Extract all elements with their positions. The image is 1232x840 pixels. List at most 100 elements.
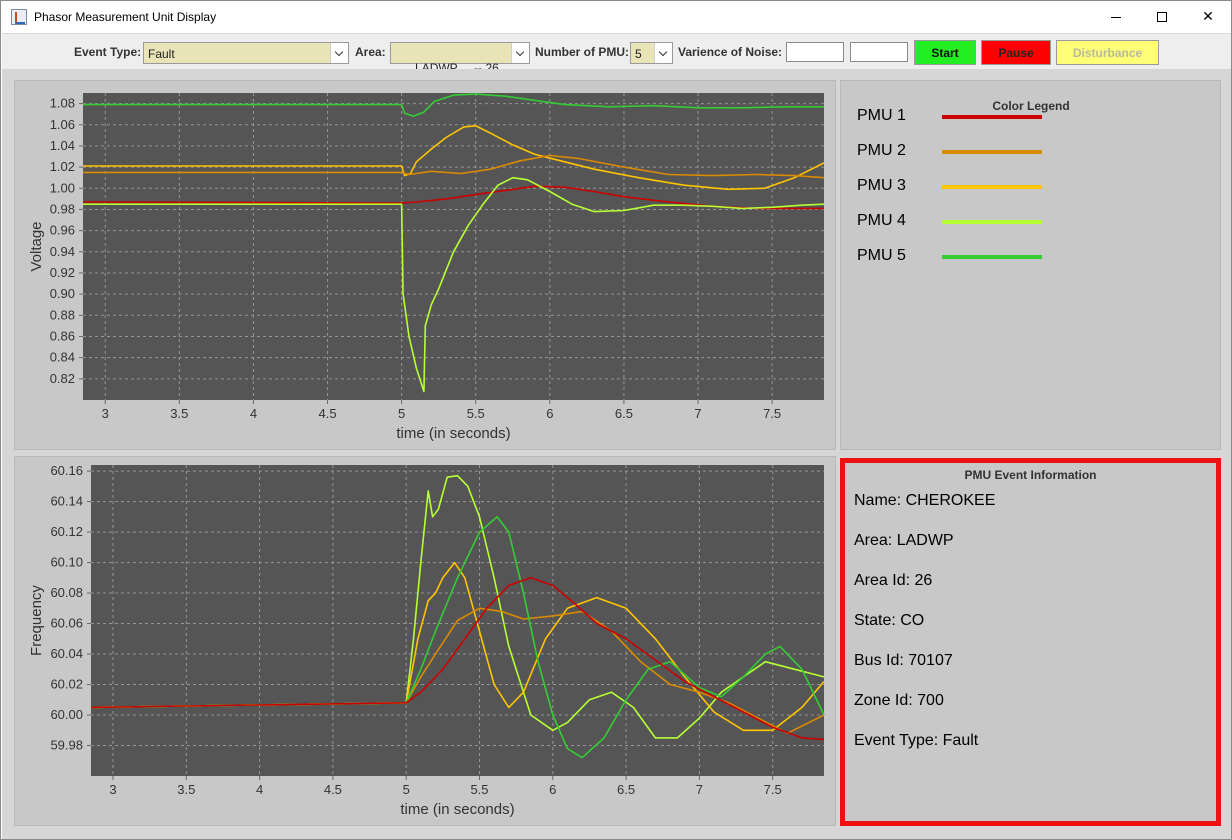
y-tick-label: 0.98: [50, 201, 75, 216]
x-tick-label: 6: [549, 782, 556, 797]
color-legend-panel: Color Legend PMU 1 PMU 2 PMU 3 PMU 4 PMU…: [840, 80, 1221, 450]
event-type-label: Event Type:: [74, 45, 142, 59]
y-axis-title: Voltage: [28, 221, 45, 271]
event-type-select[interactable]: Fault: [143, 42, 349, 64]
voltage-chart: 3 3.5 4 4.5 5 5.5 6 6.5 7 7.5 0.82 0.84 0.86 0.88 0.90…: [28, 93, 825, 442]
pause-button[interactable]: Pause: [981, 40, 1051, 65]
info-name: Name: CHEROKEE: [854, 492, 996, 509]
area-select[interactable]: LADWP -- 26: [390, 42, 530, 75]
app-window: Phasor Measurement Unit Display ✕ Event …: [0, 0, 1232, 840]
y-tick-label: 0.94: [50, 244, 75, 259]
y-tick-label: 1.04: [50, 138, 75, 153]
y-tick-label: 60.06: [50, 616, 83, 631]
close-icon: ✕: [1202, 9, 1214, 25]
main-content: 3 3.5 4 4.5 5 5.5 6 6.5 7 7.5 0.82 0.84 0.86 0.88 0.90…: [2, 69, 1231, 839]
info-area: Area: LADWP: [854, 532, 954, 549]
y-tick-label: 1.00: [50, 180, 75, 195]
y-tick-label: 0.88: [50, 307, 75, 322]
y-tick-label: 60.00: [50, 707, 83, 722]
x-tick-label: 4.5: [324, 782, 342, 797]
frequency-chart: 3 3.5 4 4.5 5 5.5 6 6.5 7 7.5 59.98 60.00 60.02 60.04…: [28, 463, 825, 818]
window-title: Phasor Measurement Unit Display: [34, 10, 217, 24]
voltage-chart-panel: 3 3.5 4 4.5 5 5.5 6 6.5 7 7.5 0.82 0.84 0.86 0.88 0.90…: [14, 80, 836, 450]
legend-label: PMU 1: [857, 107, 906, 124]
x-tick-label: 3.5: [170, 406, 188, 421]
x-axis-title: time (in seconds): [400, 801, 514, 818]
y-tick-label: 0.86: [50, 328, 75, 343]
legend-label: PMU 2: [857, 142, 906, 159]
num-pmu-value: 5: [635, 47, 642, 61]
area-label: Area:: [355, 45, 386, 59]
y-tick-label: 60.10: [50, 555, 83, 570]
x-axis-title: time (in seconds): [396, 425, 510, 442]
start-button[interactable]: Start: [914, 40, 976, 65]
y-tick-label: 60.14: [50, 494, 83, 509]
x-tick-label: 4.5: [318, 406, 336, 421]
x-tick-label: 6.5: [617, 782, 635, 797]
x-tick-label: 3: [109, 782, 116, 797]
x-tick-label: 5: [403, 782, 410, 797]
y-tick-label: 60.02: [50, 677, 83, 692]
legend-label: PMU 5: [857, 247, 906, 264]
noise-label: Varience of Noise:: [678, 45, 783, 59]
legend-label: PMU 4: [857, 212, 906, 229]
legend-swatch: [942, 220, 1042, 224]
x-tick-label: 7.5: [764, 782, 782, 797]
info-zone-id: Zone Id: 700: [854, 692, 944, 709]
y-tick-label: 59.98: [50, 738, 83, 753]
minimize-icon: [1111, 16, 1121, 18]
toolbar: Event Type: Fault Area: LADWP -- 26 Numb…: [2, 33, 1231, 75]
x-tick-label: 5: [398, 406, 405, 421]
event-type-value: Fault: [148, 47, 175, 61]
x-tick-label: 3.5: [177, 782, 195, 797]
y-tick-label: 60.16: [50, 463, 83, 478]
chevron-down-icon: [330, 43, 348, 63]
noise-input-1[interactable]: [786, 42, 844, 62]
disturbance-button[interactable]: Disturbance: [1056, 40, 1159, 65]
x-tick-label: 6: [546, 406, 553, 421]
y-tick-label: 0.92: [50, 265, 75, 280]
y-tick-label: 60.12: [50, 524, 83, 539]
y-axis-title: Frequency: [28, 585, 45, 656]
info-bus-id: Bus Id: 70107: [854, 652, 953, 669]
y-tick-label: 60.08: [50, 585, 83, 600]
info-title: PMU Event Information: [964, 468, 1097, 482]
maximize-icon: [1157, 12, 1167, 22]
info-area-id: Area Id: 26: [854, 572, 933, 589]
x-tick-label: 7: [696, 782, 703, 797]
plot-area: [83, 93, 824, 400]
num-pmu-label: Number of PMU:: [535, 45, 629, 59]
legend-swatch: [942, 255, 1042, 259]
legend-swatch: [942, 185, 1042, 189]
y-tick-label: 0.84: [50, 350, 75, 365]
x-tick-label: 7.5: [763, 406, 781, 421]
x-tick-label: 5.5: [467, 406, 485, 421]
x-tick-label: 5.5: [470, 782, 488, 797]
pmu-event-info-panel: PMU Event Information Name: CHEROKEE Are…: [840, 458, 1221, 826]
frequency-chart-panel: 3 3.5 4 4.5 5 5.5 6 6.5 7 7.5 59.98 60.00 60.02 60.04…: [14, 456, 836, 826]
info-event-type: Event Type: Fault: [854, 732, 979, 749]
y-tick-label: 0.82: [50, 371, 75, 386]
x-tick-label: 7: [694, 406, 701, 421]
y-tick-label: 1.06: [50, 117, 75, 132]
legend-swatch: [942, 115, 1042, 119]
x-tick-label: 3: [102, 406, 109, 421]
chevron-down-icon: [511, 43, 529, 63]
title-bar[interactable]: Phasor Measurement Unit Display ✕: [1, 1, 1231, 33]
x-tick-label: 6.5: [615, 406, 633, 421]
info-state: State: CO: [854, 612, 925, 629]
maximize-button[interactable]: [1139, 1, 1185, 33]
minimize-button[interactable]: [1093, 1, 1139, 33]
y-tick-label: 60.04: [50, 646, 83, 661]
noise-input-2[interactable]: [850, 42, 908, 62]
x-tick-label: 4: [250, 406, 257, 421]
close-button[interactable]: ✕: [1185, 1, 1231, 33]
y-tick-label: 1.08: [50, 96, 75, 111]
y-tick-label: 1.02: [50, 159, 75, 174]
x-tick-label: 4: [256, 782, 263, 797]
java-app-icon: [11, 9, 27, 25]
legend-label: PMU 3: [857, 177, 906, 194]
legend-swatch: [942, 150, 1042, 154]
num-pmu-select[interactable]: 5: [630, 42, 673, 64]
chevron-down-icon: [654, 43, 672, 63]
